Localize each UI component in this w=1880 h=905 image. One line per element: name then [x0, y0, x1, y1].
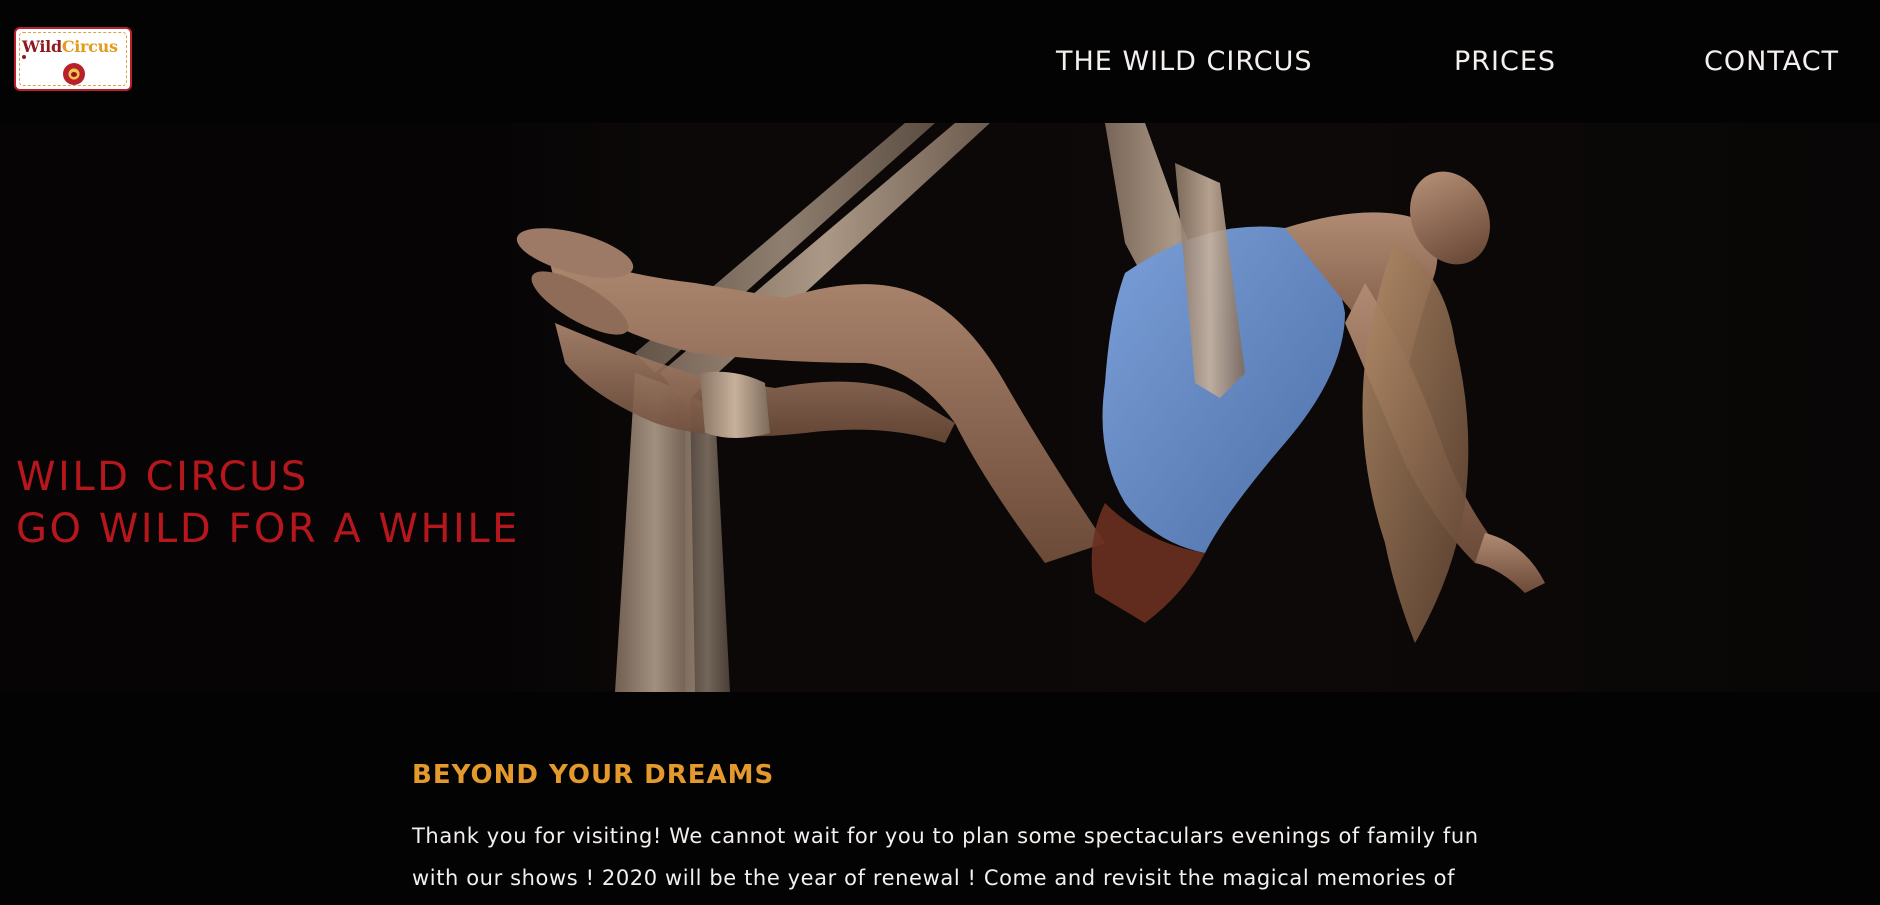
nav-link-prices[interactable]: PRICES — [1454, 46, 1556, 86]
intro-paragraph: Thank you for visiting! We cannot wait f… — [412, 824, 1479, 890]
aerial-performer-illustration — [516, 123, 1545, 692]
lion-icon — [63, 63, 85, 85]
hero-title-line-2: GO WILD FOR A WHILE — [16, 506, 520, 552]
hero-image-aerial-silk-performer — [485, 123, 1880, 692]
nav-link-the-wild-circus[interactable]: THE WILD CIRCUS — [1056, 46, 1313, 86]
wild-circus-logo[interactable]: WildCircus — [14, 27, 132, 91]
logo-wordmark: WildCircus — [22, 37, 118, 56]
hero-banner: WILD CIRCUS GO WILD FOR A WHILE — [0, 123, 1880, 692]
logo-word-circus: Circus — [61, 37, 118, 56]
intro-heading: BEYOND YOUR DREAMS — [412, 760, 775, 790]
site-header: WildCircus THE WILD CIRCUS PRICES CONTAC… — [0, 0, 1880, 123]
hero-title: WILD CIRCUS GO WILD FOR A WHILE — [16, 451, 520, 555]
nav-link-contact[interactable]: CONTACT — [1704, 46, 1839, 86]
hero-title-line-1: WILD CIRCUS — [16, 454, 309, 500]
intro-section: BEYOND YOUR DREAMS Thank you for visitin… — [412, 760, 1532, 899]
logo-word-wild: Wild — [22, 37, 62, 56]
